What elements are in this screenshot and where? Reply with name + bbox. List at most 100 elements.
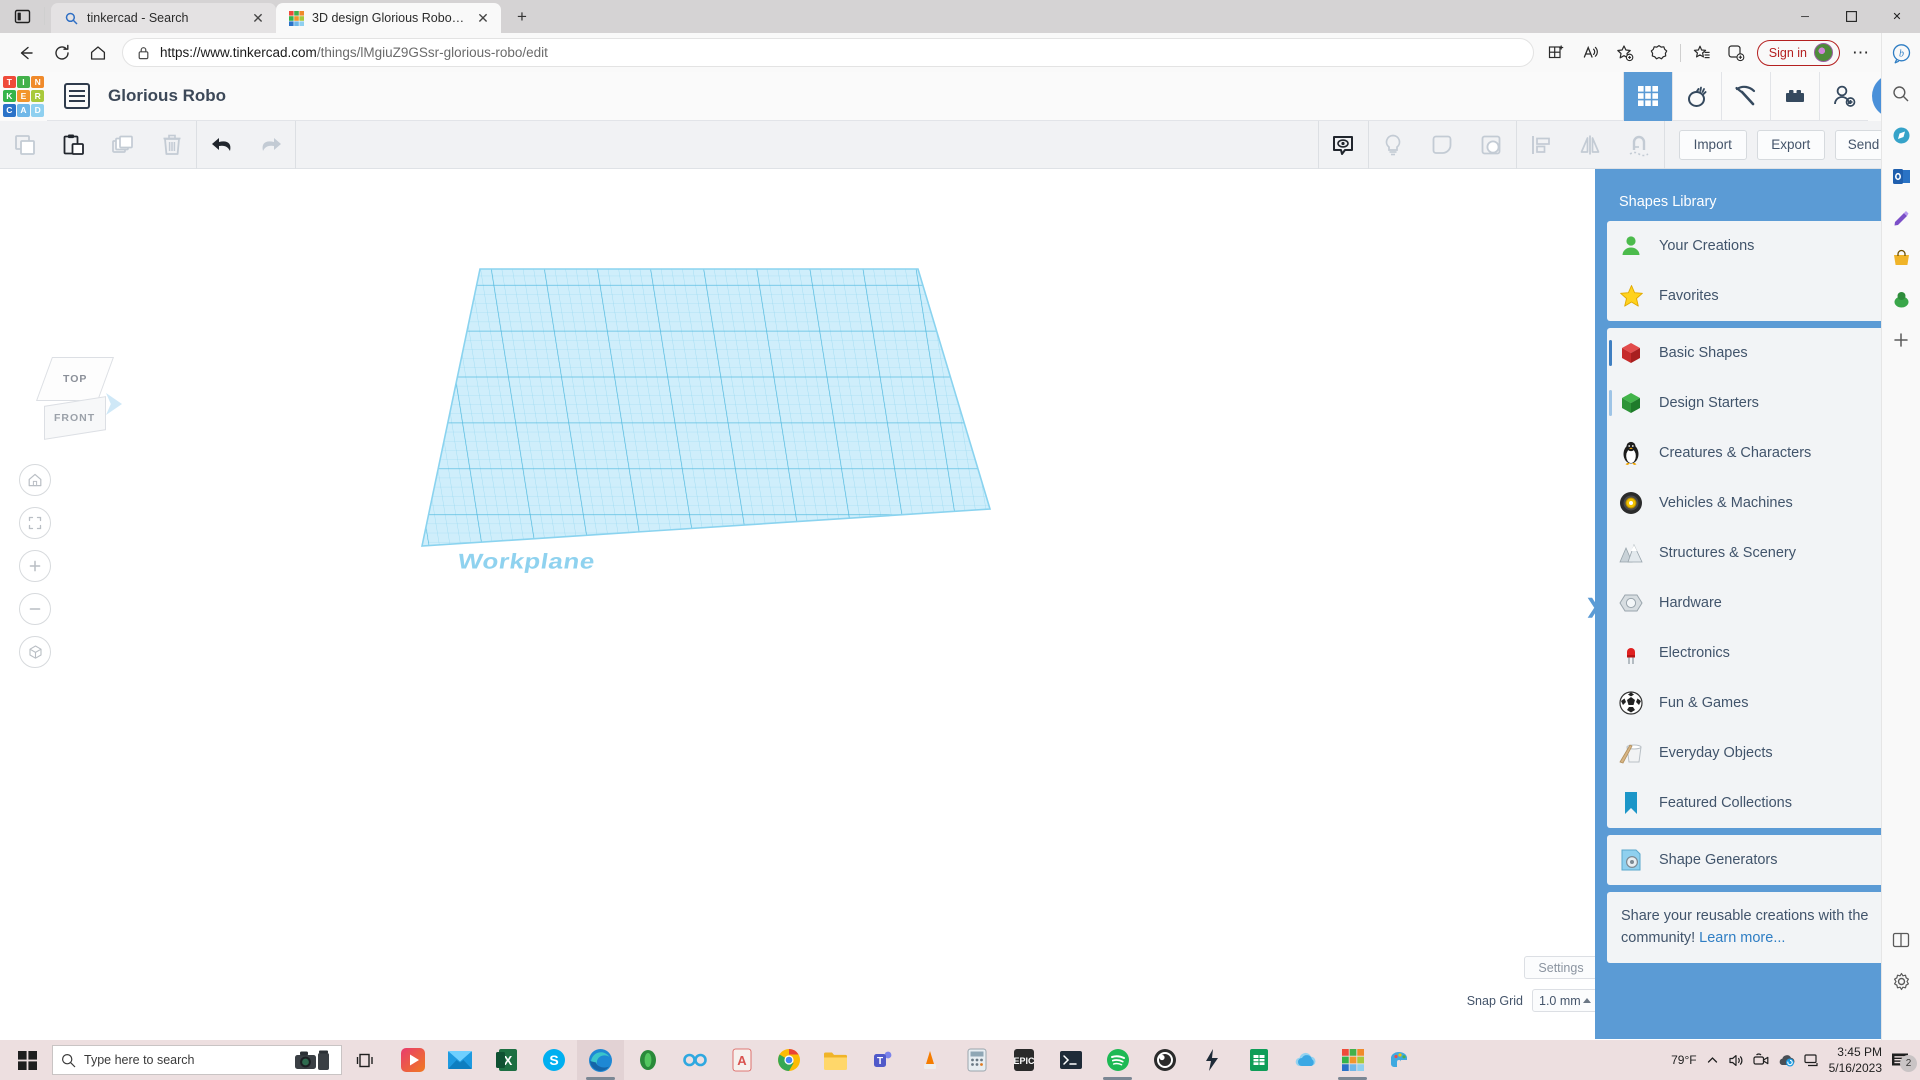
export-button[interactable]: Export (1757, 130, 1825, 160)
minimize-window-button[interactable]: ─ (1782, 0, 1828, 33)
redo-button[interactable] (246, 121, 295, 169)
home-view-button[interactable] (19, 464, 51, 496)
perspective-toggle-button[interactable] (19, 636, 51, 668)
browser-tab-2-close-icon[interactable]: ✕ (475, 11, 491, 25)
edge-app[interactable] (577, 1040, 624, 1080)
sidebar-discover-icon[interactable] (1887, 121, 1915, 149)
shapes-item-creatures-characters[interactable]: Creatures & Characters (1607, 428, 1908, 478)
simulation-icon[interactable] (1672, 72, 1721, 121)
collections-icon[interactable] (1642, 38, 1676, 68)
view-cube-front-face[interactable]: FRONT (44, 396, 106, 440)
copy-button[interactable] (0, 121, 49, 169)
spotify-app[interactable] (1094, 1040, 1141, 1080)
snap-grid-select[interactable]: 1.0 mm (1532, 989, 1598, 1012)
blocks-icon[interactable] (1770, 72, 1819, 121)
vlc-app[interactable] (906, 1040, 953, 1080)
browser-tab-2[interactable]: 3D design Glorious Robo | Tinkercad ✕ (276, 3, 501, 33)
shapes-item-design-starters[interactable]: Design Starters (1607, 378, 1908, 428)
mail-app[interactable] (436, 1040, 483, 1080)
sidebar-add-icon[interactable] (1887, 326, 1915, 354)
settings-button[interactable]: Settings (1524, 956, 1598, 979)
shapes-item-fun-games[interactable]: Fun & Games (1607, 678, 1908, 728)
sidebar-games-icon[interactable] (1887, 285, 1915, 313)
notes-button[interactable] (1319, 121, 1368, 169)
sidebar-copilot-icon[interactable]: b (1887, 39, 1915, 67)
shapes-item-vehicles-machines[interactable]: Vehicles & Machines (1607, 478, 1908, 528)
panel-collapse-handle[interactable]: ❯ (1586, 589, 1600, 623)
file-explorer-app[interactable] (812, 1040, 859, 1080)
shapes-item-shape-generators[interactable]: Shape Generators (1607, 835, 1908, 885)
taskbar-clock[interactable]: 3:45 PM 5/16/2023 (1829, 1044, 1882, 1076)
workplane[interactable]: Workplane (420, 259, 1020, 619)
tinkercad-logo-icon[interactable]: T I N K E R C A D (0, 72, 47, 121)
shapes-item-structures-scenery[interactable]: Structures & Scenery (1607, 528, 1908, 578)
add-favorite-icon[interactable] (1608, 38, 1642, 68)
tinkercad-app[interactable] (1329, 1040, 1376, 1080)
shapes-item-basic-shapes[interactable]: Basic Shapes (1607, 328, 1908, 378)
sign-in-button[interactable]: Sign in (1757, 40, 1840, 66)
invite-people-icon[interactable] (1819, 72, 1868, 121)
onedrive-sync-icon[interactable] (1778, 1053, 1795, 1067)
paste-button[interactable] (49, 121, 98, 169)
undo-button[interactable] (197, 121, 246, 169)
mirror-button[interactable] (1566, 121, 1615, 169)
profile-avatar[interactable] (1814, 43, 1833, 62)
browser-essentials-icon[interactable] (1719, 38, 1753, 68)
grid-view-icon[interactable] (1623, 72, 1672, 121)
hide-button[interactable] (1369, 121, 1418, 169)
excel-app[interactable]: X (483, 1040, 530, 1080)
tab-actions-icon[interactable] (0, 0, 44, 33)
taskbar-search-box[interactable]: Type here to search (52, 1045, 342, 1075)
sidebar-outlook-icon[interactable] (1887, 162, 1915, 190)
shapes-item-hardware[interactable]: Hardware (1607, 578, 1908, 628)
media-player-app[interactable] (389, 1040, 436, 1080)
infinity-app[interactable] (671, 1040, 718, 1080)
refresh-button[interactable] (44, 38, 80, 68)
more-options-icon[interactable]: ⋯ (1844, 38, 1878, 68)
camera-privacy-icon[interactable] (1753, 1053, 1769, 1067)
task-view-button[interactable] (342, 1040, 389, 1080)
shapes-item-featured-collections[interactable]: Featured Collections (1607, 778, 1908, 828)
shapes-item-favorites[interactable]: Favorites (1607, 271, 1908, 321)
volume-icon[interactable] (1728, 1053, 1744, 1068)
shapes-item-electronics[interactable]: Electronics (1607, 628, 1908, 678)
address-bar[interactable]: https://www.tinkercad.com/things/lMgiuZ9… (122, 38, 1534, 67)
show-all-button[interactable] (1418, 121, 1467, 169)
maximize-window-button[interactable] (1828, 0, 1874, 33)
build-tools-icon[interactable] (1721, 72, 1770, 121)
weather-temperature[interactable]: 79°F (1671, 1053, 1696, 1067)
sidebar-shopping-icon[interactable] (1887, 244, 1915, 272)
acrobat-app[interactable]: A (718, 1040, 765, 1080)
import-button[interactable]: Import (1679, 130, 1747, 160)
zoom-out-button[interactable] (19, 593, 51, 625)
show-hidden-icons-chevron[interactable] (1706, 1054, 1719, 1067)
back-button[interactable] (8, 38, 44, 68)
project-list-icon[interactable] (64, 83, 90, 109)
notifications-button[interactable]: 2 (1891, 1052, 1910, 1068)
obs-app[interactable] (1141, 1040, 1188, 1080)
sidebar-split-screen-icon[interactable] (1887, 926, 1915, 954)
magnet-button[interactable] (1615, 121, 1664, 169)
sheets-app[interactable] (1235, 1040, 1282, 1080)
skype-app[interactable]: S (530, 1040, 577, 1080)
new-tab-button[interactable]: + (507, 3, 537, 31)
flash-app[interactable] (1188, 1040, 1235, 1080)
paint-app[interactable] (1376, 1040, 1423, 1080)
read-aloud-icon[interactable] (1574, 38, 1608, 68)
shapes-item-everyday-objects[interactable]: Everyday Objects (1607, 728, 1908, 778)
view-cube-top-face[interactable]: TOP (36, 357, 114, 401)
close-window-button[interactable]: ✕ (1874, 0, 1920, 33)
network-icon[interactable] (1804, 1053, 1820, 1067)
chrome-app[interactable] (765, 1040, 812, 1080)
fit-view-button[interactable] (19, 507, 51, 539)
browser-tab-1[interactable]: tinkercad - Search ✕ (51, 3, 276, 33)
sidebar-tools-icon[interactable] (1887, 203, 1915, 231)
duplicate-button[interactable] (98, 121, 147, 169)
calculator-app[interactable] (953, 1040, 1000, 1080)
sidebar-search-icon[interactable] (1887, 80, 1915, 108)
learn-more-link[interactable]: Learn more... (1699, 930, 1785, 946)
opera-gx-app[interactable] (624, 1040, 671, 1080)
browser-tab-1-close-icon[interactable]: ✕ (250, 11, 266, 25)
sidebar-settings-icon[interactable] (1887, 967, 1915, 995)
view-cube[interactable]: TOP FRONT (24, 351, 134, 441)
